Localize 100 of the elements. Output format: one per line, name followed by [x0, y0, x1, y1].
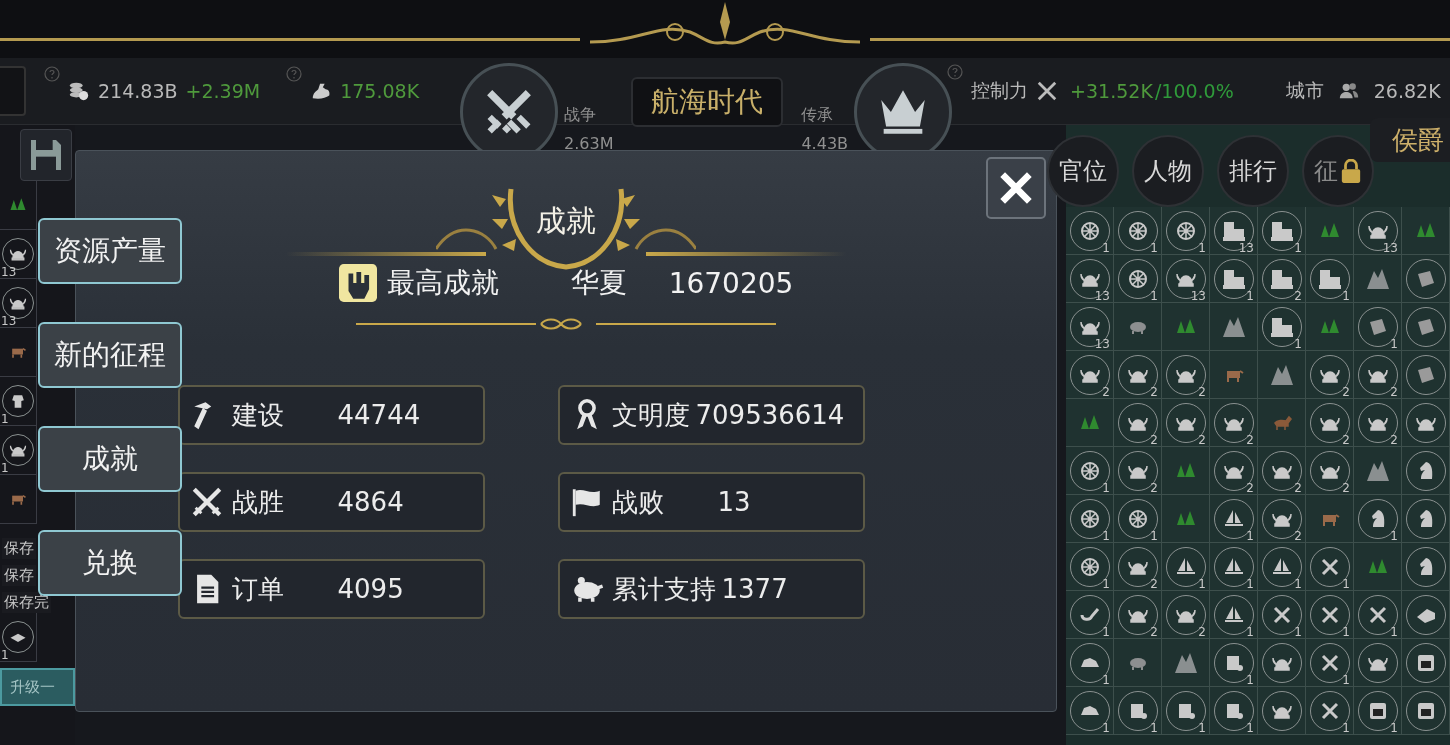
board-tile[interactable]	[1354, 447, 1402, 495]
board-tile[interactable]: 1	[1306, 687, 1354, 735]
board-tile[interactable]	[1114, 303, 1162, 351]
board-tile[interactable]: 13	[0, 279, 37, 328]
board-tile[interactable]: 1	[1210, 639, 1258, 687]
save-button[interactable]	[20, 129, 72, 181]
tile-count: 2	[1246, 482, 1254, 494]
side-tab[interactable]: 兑换	[38, 530, 182, 596]
board-tile[interactable]	[1066, 399, 1114, 447]
close-button[interactable]	[986, 157, 1046, 219]
board-tile[interactable]: 1	[1114, 255, 1162, 303]
board-tile[interactable]	[1114, 639, 1162, 687]
board-tile[interactable]	[1258, 399, 1306, 447]
board-tile[interactable]: 1	[0, 613, 37, 662]
board-tile[interactable]: 1	[1306, 543, 1354, 591]
board-tile[interactable]: 1	[1210, 687, 1258, 735]
board-tile[interactable]: 2	[1306, 447, 1354, 495]
board-tile[interactable]: 1	[1354, 303, 1402, 351]
board-tile[interactable]: 2	[1162, 351, 1210, 399]
board-tile[interactable]: 1	[1258, 591, 1306, 639]
board-tile[interactable]: 1	[1210, 255, 1258, 303]
tile-count: 1	[1150, 530, 1158, 542]
board-tile[interactable]	[1162, 495, 1210, 543]
board-tile[interactable]: 1	[0, 426, 37, 475]
tile-count: 2	[1246, 434, 1254, 446]
board-tile[interactable]	[1162, 639, 1210, 687]
board-tile[interactable]: 13	[1210, 207, 1258, 255]
board-tile[interactable]: 1	[1066, 207, 1114, 255]
board-tile[interactable]: 2	[1114, 447, 1162, 495]
board-tile[interactable]: 2	[1258, 495, 1306, 543]
board-tile[interactable]: 1	[1258, 207, 1306, 255]
board-tile[interactable]: 2	[1354, 399, 1402, 447]
board-tile[interactable]: 1	[1354, 591, 1402, 639]
board-tile[interactable]	[1306, 207, 1354, 255]
board-tile[interactable]: 1	[1162, 207, 1210, 255]
board-tile[interactable]: 13	[1162, 255, 1210, 303]
board-tile[interactable]: 2	[1114, 543, 1162, 591]
board-tile[interactable]: 1	[1066, 591, 1114, 639]
board-tile[interactable]: 13	[1066, 255, 1114, 303]
stat-label: 战胜	[231, 485, 285, 519]
board-tile[interactable]: 1	[1162, 543, 1210, 591]
board-tile[interactable]: 2	[1114, 399, 1162, 447]
board-tile[interactable]: 1	[1162, 687, 1210, 735]
side-tab[interactable]: 成就	[38, 426, 182, 492]
board-tile[interactable]: 1	[1354, 687, 1402, 735]
board-tile[interactable]	[1162, 447, 1210, 495]
board-tile[interactable]	[1258, 351, 1306, 399]
board-tile[interactable]: 2	[1306, 351, 1354, 399]
board-tile[interactable]: 1	[1258, 303, 1306, 351]
board-tile[interactable]: 2	[1066, 351, 1114, 399]
help-icon[interactable]	[947, 64, 964, 80]
best-label: 最高成就	[386, 265, 499, 301]
tile-count: 2	[1102, 386, 1110, 398]
board-tile[interactable]: 1	[0, 377, 37, 426]
board-tile[interactable]: 2	[1258, 255, 1306, 303]
board-tile[interactable]: 2	[1162, 399, 1210, 447]
board-tile[interactable]	[1210, 303, 1258, 351]
board-tile[interactable]	[1162, 303, 1210, 351]
board-tile[interactable]: 1	[1210, 591, 1258, 639]
help-icon[interactable]	[286, 66, 303, 82]
side-tab[interactable]: 新的征程	[38, 322, 182, 388]
board-tile[interactable]: 1	[1114, 687, 1162, 735]
board-tile[interactable]: 1	[1066, 639, 1114, 687]
board-tile[interactable]: 1	[1306, 639, 1354, 687]
upgrade-button[interactable]: 升级一	[0, 668, 75, 706]
board-tile[interactable]: 1	[1210, 543, 1258, 591]
board-tile[interactable]: 1	[1306, 591, 1354, 639]
board-tile[interactable]	[1354, 543, 1402, 591]
board-tile[interactable]: 1	[1114, 495, 1162, 543]
board-tile[interactable]: 13	[0, 230, 37, 279]
board-tile[interactable]	[1354, 255, 1402, 303]
board-tile[interactable]	[1402, 207, 1450, 255]
board-tile[interactable]	[0, 475, 37, 524]
board-tile[interactable]	[1306, 495, 1354, 543]
tile-count: 1	[1390, 530, 1398, 542]
board-tile[interactable]: 1	[1306, 255, 1354, 303]
board-tile[interactable]: 1	[1066, 447, 1114, 495]
board-tile[interactable]: 1	[1066, 687, 1114, 735]
board-tile[interactable]: 13	[1066, 303, 1114, 351]
board-tile[interactable]: 1	[1210, 495, 1258, 543]
board-tile[interactable]: 2	[1210, 399, 1258, 447]
board-tile[interactable]: 2	[1114, 351, 1162, 399]
board-tile[interactable]	[0, 328, 37, 377]
help-icon[interactable]	[44, 66, 60, 82]
board-tile[interactable]: 2	[1114, 591, 1162, 639]
board-tile[interactable]: 2	[1306, 399, 1354, 447]
board-tile[interactable]: 1	[1114, 207, 1162, 255]
board-tile[interactable]	[1210, 351, 1258, 399]
board-tile[interactable]: 1	[1066, 495, 1114, 543]
board-tile[interactable]: 2	[1354, 351, 1402, 399]
board-tile[interactable]	[0, 181, 37, 230]
board-tile[interactable]: 1	[1066, 543, 1114, 591]
board-tile[interactable]: 1	[1354, 495, 1402, 543]
board-tile[interactable]: 13	[1354, 207, 1402, 255]
board-tile[interactable]	[1306, 303, 1354, 351]
side-tab[interactable]: 资源产量	[38, 218, 182, 284]
board-tile[interactable]: 2	[1210, 447, 1258, 495]
board-tile[interactable]: 1	[1258, 543, 1306, 591]
board-tile[interactable]: 2	[1258, 447, 1306, 495]
board-tile[interactable]: 2	[1162, 591, 1210, 639]
